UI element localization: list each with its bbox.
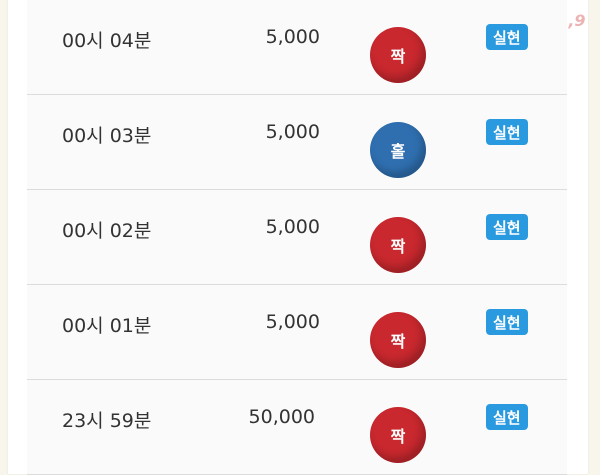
amount-cell: 5,000 bbox=[265, 311, 320, 333]
result-ball: 홀 bbox=[370, 122, 426, 178]
time-cell: 23시 59분 bbox=[62, 410, 152, 432]
result-ball: 짝 bbox=[370, 27, 426, 83]
status-badge[interactable]: 실현 bbox=[486, 119, 528, 145]
result-ball: 짝 bbox=[370, 217, 426, 273]
result-ball: 짝 bbox=[370, 312, 426, 368]
time-cell: 00시 04분 bbox=[62, 30, 152, 52]
table-row: 00시 03분 5,000 홀 실현 bbox=[27, 95, 567, 190]
time-cell: 00시 01분 bbox=[62, 315, 152, 337]
amount-cell: 5,000 bbox=[265, 216, 320, 238]
table-row: 23시 59분 50,000 짝 실현 bbox=[27, 380, 567, 475]
table-row: 00시 04분 5,000 짝 실현 bbox=[27, 0, 567, 95]
amount-cell: 50,000 bbox=[248, 406, 315, 428]
table-row: 00시 02분 5,000 짝 실현 bbox=[27, 190, 567, 285]
time-cell: 00시 03분 bbox=[62, 125, 152, 147]
table-row: 00시 01분 5,000 짝 실현 bbox=[27, 285, 567, 380]
amount-cell: 5,000 bbox=[265, 121, 320, 143]
status-badge[interactable]: 실현 bbox=[486, 24, 528, 50]
result-ball: 짝 bbox=[370, 407, 426, 463]
status-badge[interactable]: 실현 bbox=[486, 404, 528, 430]
amount-cell: 5,000 bbox=[265, 26, 320, 48]
status-badge[interactable]: 실현 bbox=[486, 214, 528, 240]
status-badge[interactable]: 실현 bbox=[486, 309, 528, 335]
time-cell: 00시 02분 bbox=[62, 220, 152, 242]
